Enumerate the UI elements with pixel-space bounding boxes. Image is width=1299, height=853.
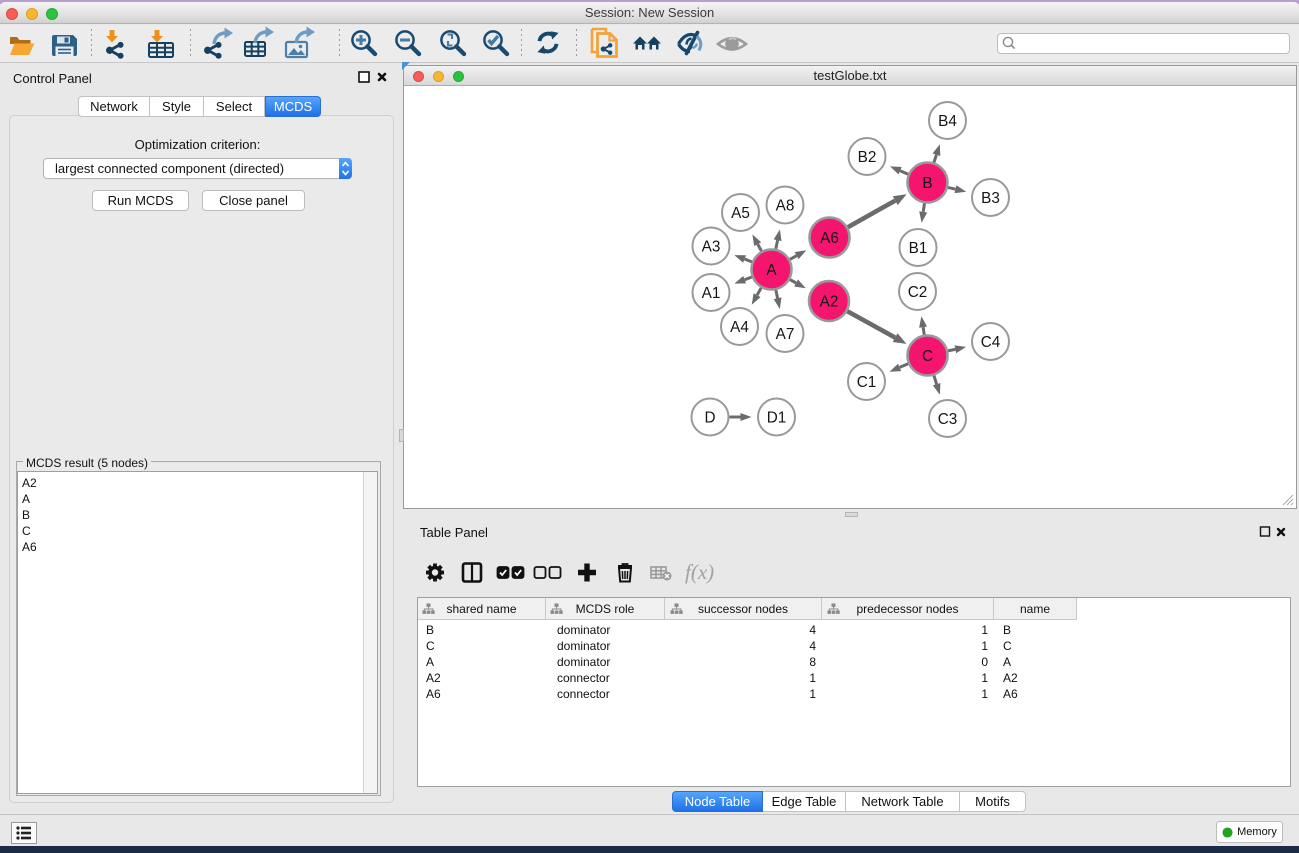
svg-text:A2: A2 [820,293,839,310]
svg-text:D1: D1 [767,409,787,426]
svg-text:B4: B4 [938,113,957,130]
svg-text:A5: A5 [731,205,750,222]
svg-text:A7: A7 [776,326,795,343]
svg-text:C4: C4 [981,334,1001,351]
svg-text:B3: B3 [981,190,1000,207]
svg-text:A4: A4 [730,319,749,336]
svg-text:A: A [766,262,777,279]
svg-text:B: B [922,175,932,192]
svg-text:A6: A6 [820,230,839,247]
svg-text:B1: B1 [909,240,928,257]
svg-text:C: C [922,348,933,365]
svg-text:B2: B2 [858,149,877,166]
svg-text:A1: A1 [702,285,721,302]
svg-text:A8: A8 [776,197,795,214]
svg-text:C3: C3 [938,411,958,428]
svg-text:A3: A3 [702,238,721,255]
svg-text:D: D [704,409,715,426]
svg-text:C2: C2 [908,284,928,301]
svg-text:C1: C1 [857,374,877,391]
